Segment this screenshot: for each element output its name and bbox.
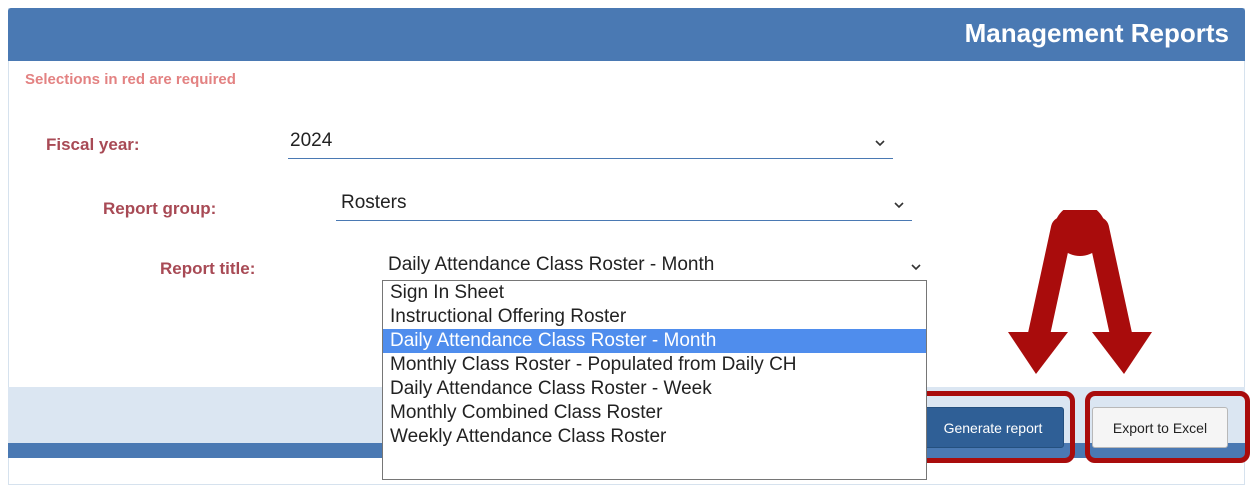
fiscal-year-value: 2024 <box>290 130 333 151</box>
dropdown-option[interactable]: Daily Attendance Class Roster - Week <box>383 377 926 401</box>
report-title-value: Daily Attendance Class Roster - Month <box>388 254 715 275</box>
report-title-select[interactable]: Daily Attendance Class Roster - Month <box>382 253 927 283</box>
dropdown-option[interactable]: Monthly Combined Class Roster <box>383 401 926 425</box>
export-button-highlight <box>1085 391 1250 463</box>
generate-button-highlight <box>907 391 1075 463</box>
report-title-label: Report title: <box>160 259 256 278</box>
page-title: Management Reports <box>964 18 1229 48</box>
chevron-down-icon <box>894 202 904 209</box>
chevron-down-icon <box>911 264 921 271</box>
required-note: Selections in red are required <box>25 71 236 88</box>
dropdown-option-selected[interactable]: Daily Attendance Class Roster - Month <box>383 329 926 353</box>
fiscal-year-label: Fiscal year: <box>46 135 140 154</box>
fiscal-year-select[interactable]: 2024 <box>288 129 893 159</box>
report-group-label: Report group: <box>103 199 217 218</box>
report-group-value: Rosters <box>341 192 407 213</box>
chevron-down-icon <box>875 140 885 147</box>
red-arrows-annotation <box>1008 210 1152 374</box>
page-header: Management Reports <box>8 8 1245 61</box>
dropdown-option[interactable]: Monthly Class Roster - Populated from Da… <box>383 353 926 377</box>
dropdown-option[interactable]: Weekly Attendance Class Roster <box>383 425 926 449</box>
report-group-select[interactable]: Rosters <box>336 191 912 221</box>
dropdown-option[interactable]: Sign In Sheet <box>383 281 926 305</box>
report-title-dropdown[interactable]: Sign In Sheet Instructional Offering Ros… <box>382 280 927 480</box>
dropdown-option[interactable]: Instructional Offering Roster <box>383 305 926 329</box>
